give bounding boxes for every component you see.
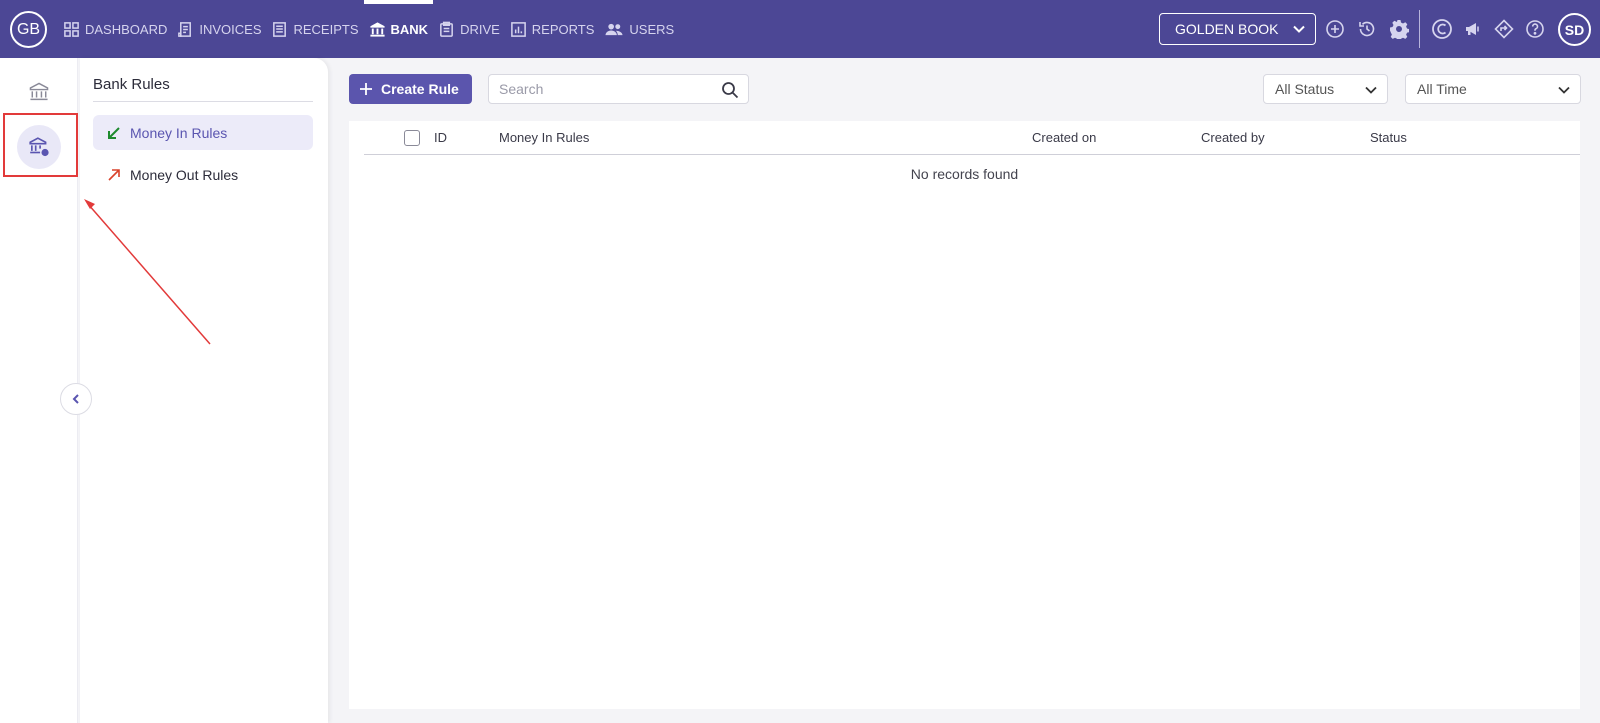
subnav-item-money-out-rules[interactable]: Money Out Rules bbox=[93, 157, 313, 192]
nav-item-bank[interactable]: BANK bbox=[363, 0, 434, 58]
nav-label-drive: DRIVE bbox=[460, 21, 500, 37]
annotation-arrow bbox=[84, 199, 211, 345]
help-icon[interactable] bbox=[1525, 19, 1545, 39]
column-header-created-on[interactable]: Created on bbox=[1032, 130, 1096, 145]
column-header-id[interactable]: ID bbox=[434, 130, 447, 145]
table-header: ID Money In Rules Created on Created by … bbox=[364, 121, 1580, 155]
bank-icon bbox=[369, 21, 385, 37]
subnav-label-money-in: Money In Rules bbox=[130, 124, 228, 141]
column-header-status[interactable]: Status bbox=[1370, 130, 1407, 145]
nav-label-receipts: RECEIPTS bbox=[293, 21, 359, 37]
column-header-created-by[interactable]: Created by bbox=[1201, 130, 1265, 145]
empty-state-message: No records found bbox=[910, 166, 1019, 182]
add-circle-icon[interactable] bbox=[1325, 19, 1345, 39]
subnav-label-money-out: Money Out Rules bbox=[130, 166, 239, 183]
search-icon[interactable] bbox=[721, 81, 739, 99]
create-rule-label: Create Rule bbox=[381, 81, 459, 97]
nav-item-invoices[interactable]: INVOICES bbox=[172, 0, 266, 58]
select-all-checkbox[interactable] bbox=[404, 130, 420, 146]
subnav-title: Bank Rules bbox=[93, 76, 313, 102]
search-box bbox=[488, 74, 749, 104]
arrow-up-right-icon bbox=[108, 168, 120, 181]
nav-item-reports[interactable]: REPORTS bbox=[505, 0, 600, 58]
nav-label-bank: BANK bbox=[390, 21, 429, 37]
bank-icon bbox=[29, 82, 49, 101]
chevron-down-icon bbox=[1558, 86, 1570, 94]
clipboard-icon bbox=[440, 21, 453, 37]
status-filter-value: All Status bbox=[1275, 81, 1335, 97]
nav-item-receipts[interactable]: RECEIPTS bbox=[266, 0, 363, 58]
search-input[interactable] bbox=[489, 75, 699, 103]
status-filter-select[interactable]: All Status bbox=[1263, 74, 1388, 104]
receipt-icon bbox=[273, 21, 287, 37]
bank-rules-sidebar: Bank Rules Money In Rules Money Out Rule… bbox=[80, 58, 328, 723]
collapse-sidebar-button[interactable] bbox=[60, 383, 92, 415]
subnav-item-money-in-rules[interactable]: Money In Rules bbox=[93, 115, 313, 150]
rules-table: ID Money In Rules Created on Created by … bbox=[349, 121, 1580, 709]
company-selector-value: GOLDEN BOOK bbox=[1175, 21, 1279, 37]
chevron-down-icon bbox=[1365, 86, 1377, 94]
create-rule-button[interactable]: Create Rule bbox=[349, 74, 472, 104]
time-filter-select[interactable]: All Time bbox=[1405, 74, 1581, 104]
annotation-highlight-box bbox=[3, 113, 78, 177]
user-avatar[interactable]: SD bbox=[1558, 13, 1591, 46]
megaphone-icon[interactable] bbox=[1463, 19, 1483, 39]
plus-icon bbox=[360, 83, 372, 95]
nav-item-drive[interactable]: DRIVE bbox=[433, 0, 505, 58]
nav-label-reports: REPORTS bbox=[531, 21, 595, 37]
toolbar-divider bbox=[1419, 10, 1420, 48]
bar-chart-icon bbox=[510, 21, 526, 37]
top-navigation-bar: GB DASHBOARD INVOICES RECEIPTS BANK DRIV… bbox=[0, 0, 1600, 58]
rail-item-bank[interactable] bbox=[20, 73, 58, 111]
directions-icon[interactable] bbox=[1494, 19, 1514, 39]
gear-icon[interactable] bbox=[1389, 19, 1409, 39]
nav-label-users: USERS bbox=[629, 21, 675, 37]
nav-label-invoices: INVOICES bbox=[199, 21, 262, 37]
nav-item-dashboard[interactable]: DASHBOARD bbox=[58, 0, 172, 58]
main-nav: DASHBOARD INVOICES RECEIPTS BANK DRIVE R… bbox=[58, 0, 679, 58]
column-header-rule-name[interactable]: Money In Rules bbox=[499, 130, 589, 145]
chevron-down-icon bbox=[1293, 25, 1305, 33]
nav-item-users[interactable]: USERS bbox=[599, 0, 679, 58]
nav-label-dashboard: DASHBOARD bbox=[85, 21, 168, 37]
c-brand-icon[interactable] bbox=[1431, 18, 1453, 40]
invoice-icon bbox=[178, 21, 192, 37]
grid-icon bbox=[64, 21, 79, 37]
company-selector[interactable]: GOLDEN BOOK bbox=[1159, 13, 1316, 45]
time-filter-value: All Time bbox=[1417, 81, 1467, 97]
history-icon[interactable] bbox=[1357, 19, 1377, 39]
arrow-down-left-icon bbox=[108, 126, 120, 139]
chevron-left-icon bbox=[72, 394, 79, 404]
company-logo[interactable]: GB bbox=[10, 11, 47, 48]
users-icon bbox=[605, 23, 623, 35]
